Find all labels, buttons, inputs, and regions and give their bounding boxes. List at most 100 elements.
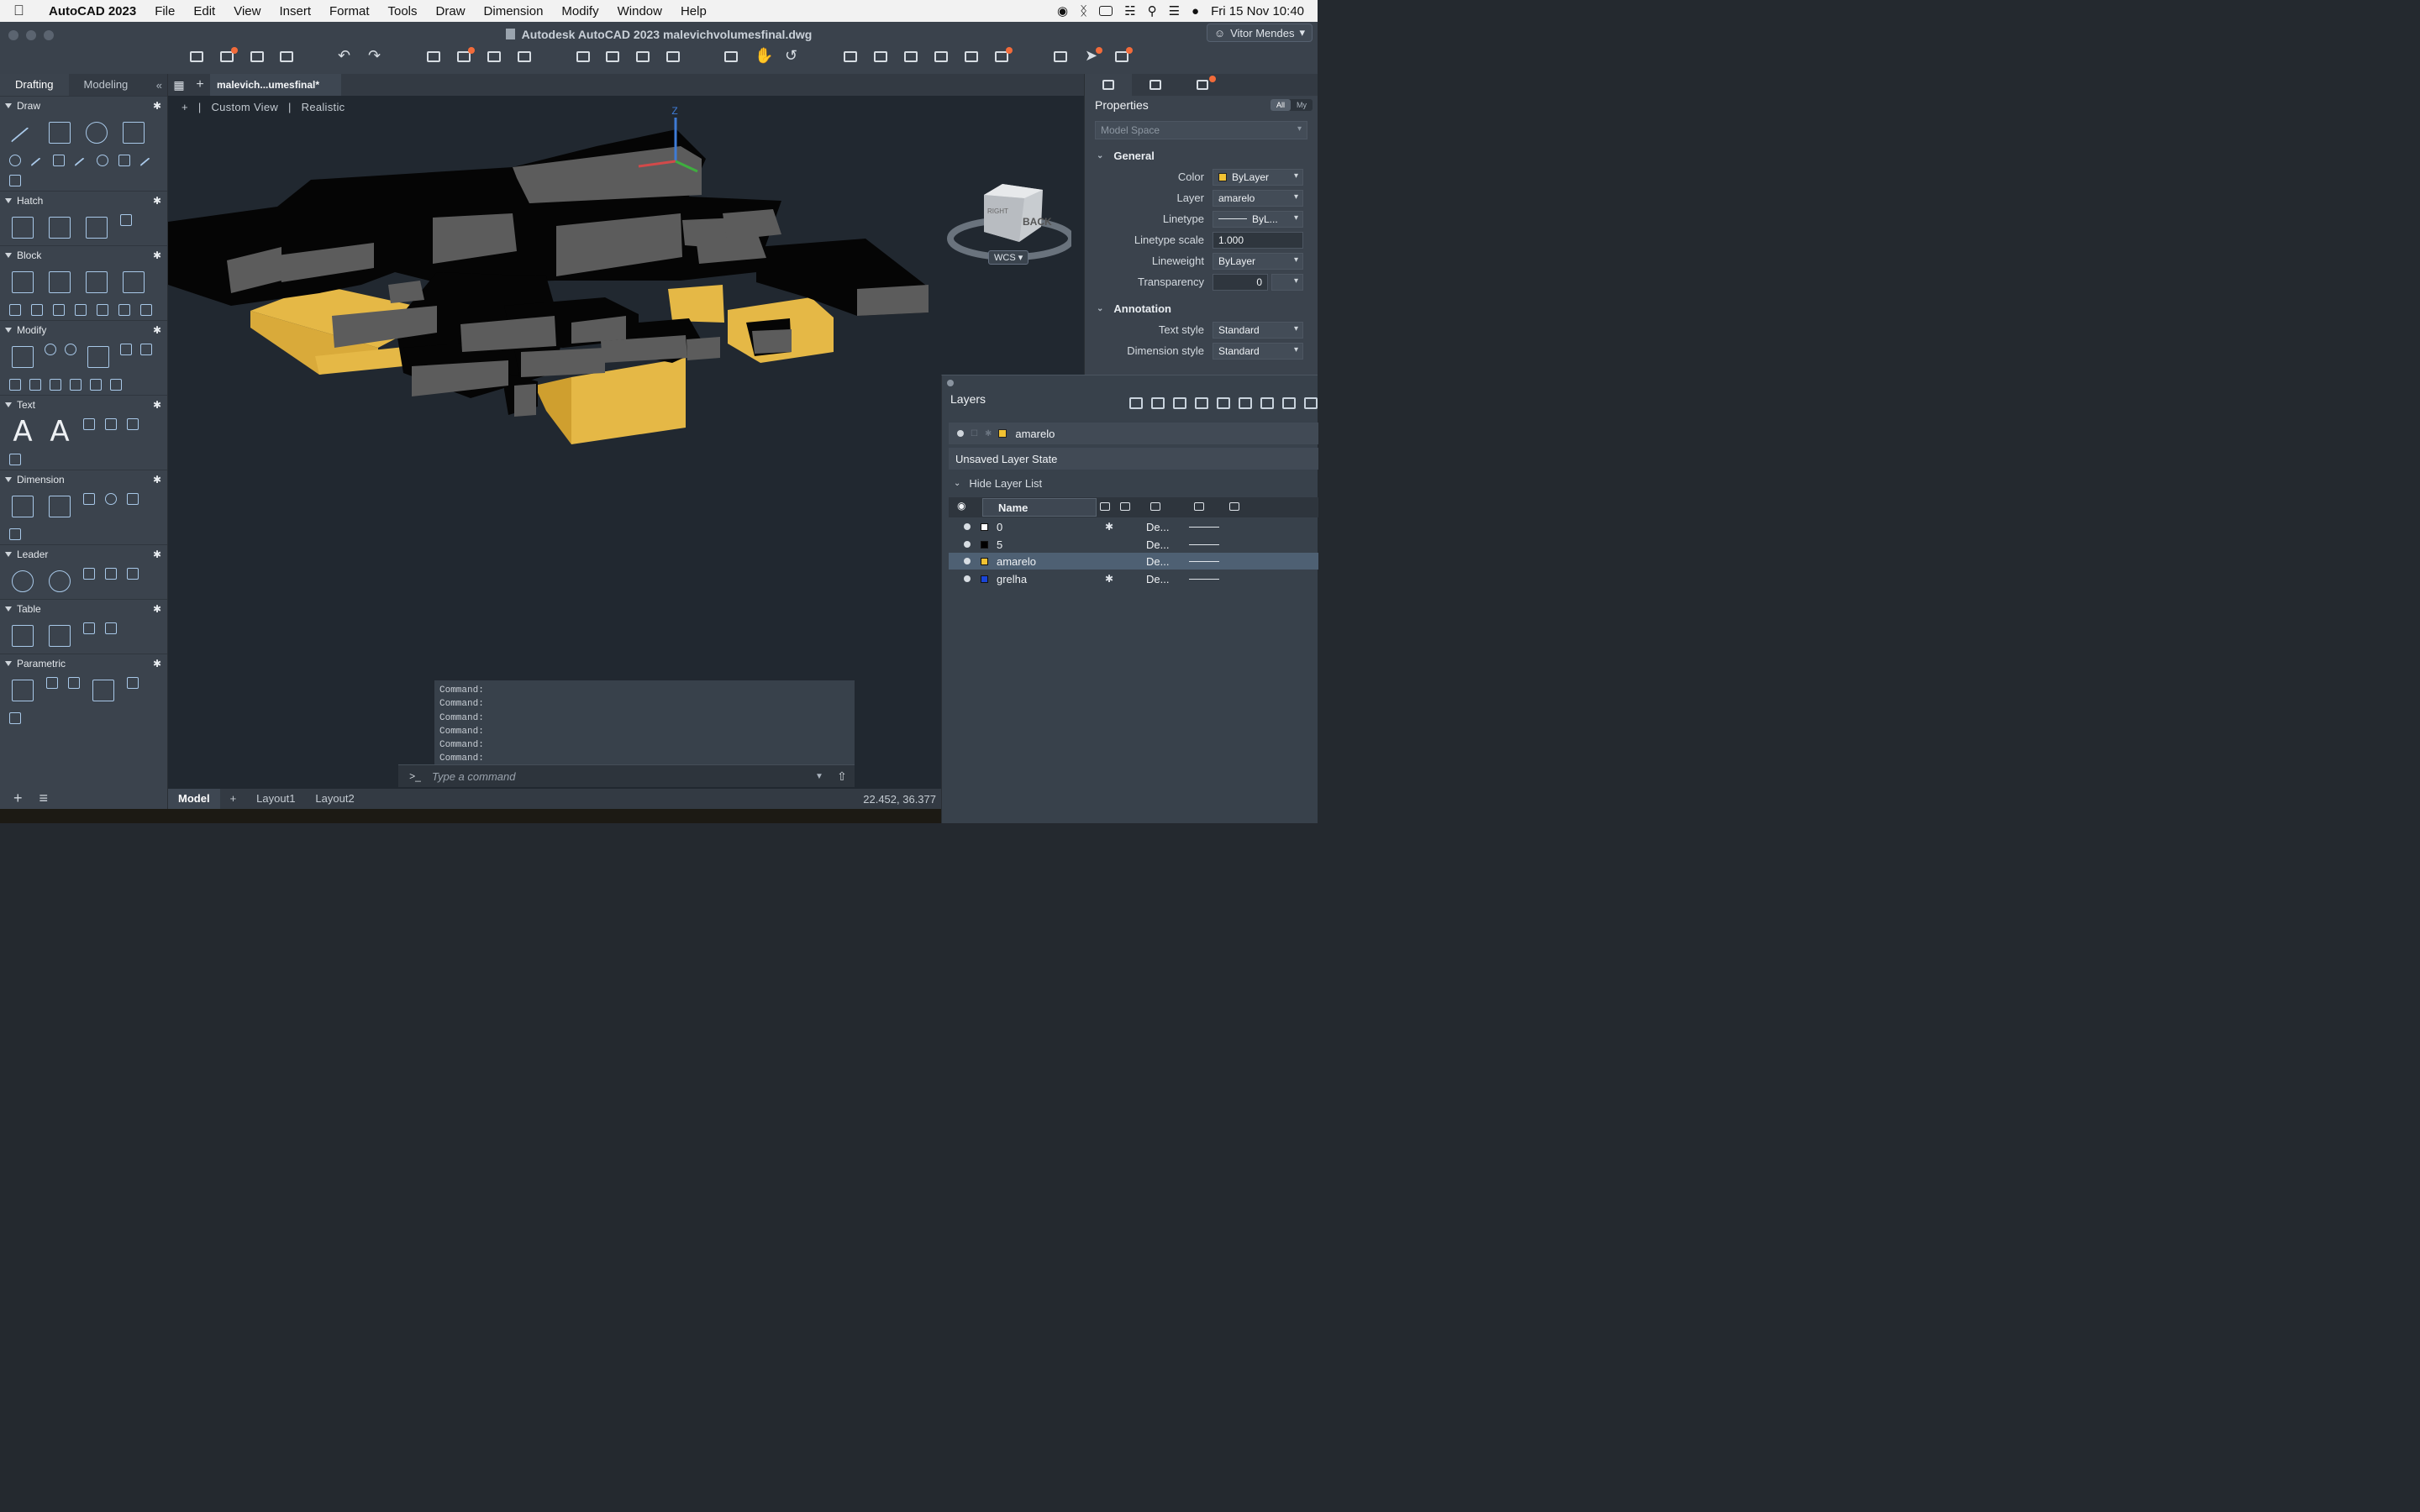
xline-tool-icon[interactable] [138, 152, 155, 170]
gear-icon[interactable]: ✱ [153, 549, 161, 560]
pdf-text-icon[interactable] [7, 451, 24, 468]
menu-help[interactable]: Help [681, 4, 707, 18]
radius-dimension-icon[interactable] [103, 491, 119, 507]
constraint-bar-icon[interactable] [7, 710, 24, 727]
multileader-icon[interactable] [7, 565, 39, 597]
create-block-icon[interactable] [44, 266, 76, 298]
user-account-button[interactable]: ☺ Vitor Mendes ▾ [1206, 24, 1313, 42]
geometric-constraint-icon[interactable] [44, 675, 60, 691]
linetype-column-icon[interactable] [1150, 502, 1160, 511]
leader-style-icon[interactable] [44, 565, 76, 597]
multiline-text-icon[interactable]: A [7, 416, 39, 448]
visibility-icon[interactable] [964, 541, 971, 548]
hide-layer-list-toggle[interactable]: ⌄ Hide Layer List [949, 473, 1042, 493]
zoom-window-icon[interactable] [723, 50, 739, 65]
block-editor-icon[interactable] [872, 50, 889, 65]
etransmit-icon[interactable] [634, 50, 651, 65]
spell-check-icon[interactable] [103, 416, 119, 433]
lock-icon[interactable] [124, 675, 141, 691]
lineweight-dropdown[interactable]: ByLayer [1213, 252, 1303, 270]
gear-icon[interactable]: ✱ [153, 324, 161, 336]
move-tool-icon[interactable] [7, 341, 39, 373]
blocks-tab-icon[interactable] [1179, 74, 1226, 96]
panel-close-dot[interactable] [947, 380, 954, 386]
gear-icon[interactable]: ✱ [153, 658, 161, 669]
all-my-toggle[interactable]: All My [1270, 99, 1313, 111]
export-icon[interactable] [604, 50, 621, 65]
menu-window[interactable]: Window [618, 4, 662, 18]
visibility-icon[interactable] [964, 523, 971, 530]
orbit-icon[interactable]: ↺ [783, 47, 800, 65]
search-icon[interactable]: ⚲ [1148, 3, 1157, 18]
selection-dropdown[interactable]: Model Space [1095, 121, 1307, 139]
siri-icon[interactable]: ● [1192, 4, 1199, 18]
scale-tool-icon[interactable] [47, 376, 64, 393]
attribute-tool-icon[interactable] [72, 302, 89, 318]
polygon-tool-icon[interactable] [116, 152, 133, 169]
lineweight-sample[interactable] [1189, 578, 1219, 580]
circle-tool-icon[interactable] [81, 117, 113, 149]
control-center-icon[interactable]: ☰ [1169, 3, 1180, 18]
single-line-text-icon[interactable] [81, 416, 97, 433]
menu-tools[interactable]: Tools [388, 4, 418, 18]
new-layer-frozen-icon[interactable] [1151, 397, 1165, 409]
lock-column-icon[interactable] [1120, 502, 1130, 511]
rectangle-tool-icon[interactable] [118, 117, 150, 149]
layer-color-swatch[interactable] [981, 557, 988, 565]
apple-icon[interactable]:  [13, 3, 39, 19]
dimension-tool-icon[interactable] [7, 491, 39, 522]
edit-block-icon[interactable] [81, 266, 113, 298]
continue-dimension-icon[interactable] [7, 526, 24, 543]
external-references-icon[interactable] [902, 50, 919, 65]
tab-modeling[interactable]: Modeling [69, 74, 144, 96]
menu-dimension[interactable]: Dimension [484, 4, 544, 18]
menu-modify[interactable]: Modify [561, 4, 598, 18]
clock-datetime[interactable]: Fri 15 Nov 10:40 [1211, 4, 1304, 18]
gear-icon[interactable]: ✱ [153, 195, 161, 207]
save-as-icon[interactable] [278, 50, 295, 65]
eye-icon[interactable]: ◉ [957, 500, 965, 512]
linetype-dropdown[interactable]: ByL... [1213, 210, 1303, 228]
layer-state-dropdown[interactable]: Unsaved Layer State [949, 448, 1318, 470]
region-tool-icon[interactable] [118, 212, 134, 228]
rotate-tool-icon[interactable] [62, 341, 79, 358]
lineweight-sample[interactable] [1189, 526, 1219, 528]
menu-insert[interactable]: Insert [279, 4, 311, 18]
dimension-style-dropdown[interactable]: Standard [1213, 342, 1303, 360]
menu-lines-icon[interactable]: ≡ [39, 790, 49, 807]
tab-drafting[interactable]: Drafting [0, 74, 69, 96]
gear-icon[interactable]: ✱ [153, 399, 161, 411]
layer-color-swatch[interactable] [981, 540, 988, 549]
multiline-tool-icon[interactable] [50, 152, 67, 169]
toggle-all[interactable]: All [1270, 99, 1291, 111]
text-style-icon[interactable]: A [44, 416, 76, 448]
ellipse-tool-icon[interactable] [94, 152, 111, 169]
group-annotation[interactable]: ⌄ Annotation [1085, 297, 1318, 319]
share-drawing-icon[interactable] [665, 50, 681, 65]
page-setup-icon[interactable] [486, 50, 502, 65]
ray-tool-icon[interactable] [72, 152, 89, 170]
find-text-icon[interactable] [124, 416, 141, 433]
geometric-constraint-icon[interactable] [66, 675, 82, 691]
sheet-set-icon[interactable] [963, 50, 980, 65]
layer-color-swatch[interactable] [981, 575, 988, 583]
insert-block-icon[interactable] [7, 266, 39, 298]
properties-tab-icon[interactable] [1085, 74, 1132, 96]
lineweight-column-icon[interactable] [1194, 502, 1204, 511]
name-column-header[interactable]: Name [982, 498, 1097, 517]
layer-states-icon[interactable] [933, 50, 950, 65]
stretch-tool-icon[interactable] [27, 376, 44, 393]
command-input[interactable] [432, 767, 809, 785]
transparency-input[interactable]: 0 [1213, 273, 1268, 291]
visibility-icon[interactable] [964, 575, 971, 582]
hatch-tool-icon[interactable] [7, 212, 39, 244]
menu-edit[interactable]: Edit [193, 4, 215, 18]
file-tab-active[interactable]: malevich...umesfinal* [210, 74, 342, 96]
gear-icon[interactable]: ✱ [153, 249, 161, 261]
menu-draw[interactable]: Draw [436, 4, 466, 18]
bluetooth-icon[interactable]: ᛝ [1080, 4, 1087, 18]
table-tool-icon[interactable] [7, 620, 39, 652]
attribute-tool-icon[interactable] [29, 302, 45, 318]
offset-tool-icon[interactable] [67, 376, 84, 393]
freeze-icon[interactable]: ✱ [1105, 521, 1113, 533]
